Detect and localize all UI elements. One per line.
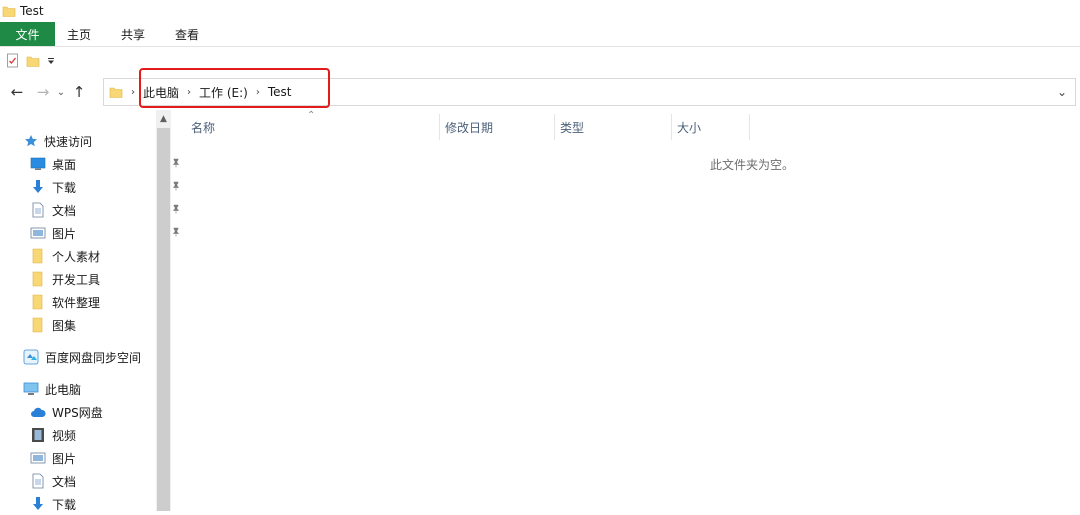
sidebar-item-label: 百度网盘同步空间 (45, 350, 142, 365)
sidebar-item-label: 此电脑 (45, 382, 82, 397)
breadcrumb-this-pc[interactable]: 此电脑 (143, 84, 179, 101)
video-icon (32, 428, 44, 442)
properties-icon[interactable] (6, 53, 20, 68)
folder-icon (32, 317, 43, 333)
tab-file[interactable]: 文件 (0, 22, 55, 46)
pictures-icon (30, 452, 46, 464)
tab-share[interactable]: 共享 (109, 22, 157, 46)
sidebar-item-label: 文档 (52, 203, 77, 218)
column-header-type[interactable]: 类型 (555, 114, 672, 140)
star-icon (25, 135, 37, 147)
cloud-sync-icon (23, 349, 39, 365)
chevron-right-icon[interactable]: › (187, 87, 191, 98)
sidebar-item-label: WPS网盘 (52, 405, 103, 420)
wps-cloud-icon (31, 407, 46, 417)
recent-locations-chevron-icon[interactable]: ⌄ (54, 78, 68, 106)
sidebar-item-label: 图片 (52, 226, 77, 241)
computer-icon (23, 382, 39, 395)
breadcrumb-test[interactable]: Test (268, 85, 292, 99)
sidebar-item-label: 软件整理 (52, 295, 101, 310)
breadcrumb-drive-e[interactable]: 工作 (E:) (199, 84, 248, 101)
sidebar-item-label: 桌面 (52, 157, 77, 172)
ribbon-tabs: 文件 主页 共享 查看 (0, 22, 1080, 46)
scroll-up-arrow-icon[interactable]: ▲ (156, 110, 171, 127)
navigation-pane: 快速访问 桌面 下载 文档 图片 个人素材 开发工具 软件整理 图集 百度网盘同… (0, 110, 180, 512)
tab-home[interactable]: 主页 (55, 22, 103, 46)
pin-icon[interactable] (171, 227, 181, 237)
new-folder-icon[interactable] (26, 54, 40, 68)
folder-icon (2, 6, 16, 17)
quick-access-toolbar (0, 46, 1080, 74)
address-row: ← → ⌄ ↑ › 此电脑 › 工作 (E:) › Test ⌄ (0, 74, 1080, 110)
pin-icon[interactable] (171, 204, 181, 214)
empty-folder-message: 此文件夹为空。 (710, 158, 795, 172)
sidebar-item-label: 图集 (52, 318, 77, 333)
customize-toolbar-icon[interactable] (46, 56, 56, 66)
column-header-date-modified[interactable]: 修改日期 (440, 114, 555, 140)
title-bar: Test (0, 0, 1080, 22)
sidebar-item-label: 快速访问 (44, 134, 93, 149)
tab-view[interactable]: 查看 (163, 22, 211, 46)
chevron-down-icon[interactable]: ⌄ (1057, 85, 1067, 99)
document-icon (32, 473, 44, 489)
chevron-right-icon[interactable]: › (256, 87, 260, 98)
sidebar-item-quick-access[interactable]: 快速访问 (24, 130, 144, 152)
folder-icon (109, 87, 123, 98)
pin-icon[interactable] (171, 158, 181, 168)
folder-icon (32, 248, 43, 264)
column-header-row: ⌃ 名称 修改日期 类型 大小 (171, 110, 1080, 140)
address-bar[interactable]: › 此电脑 › 工作 (E:) › Test ⌄ (103, 78, 1076, 106)
desktop-icon (30, 157, 46, 170)
sidebar-item-label: 下载 (52, 497, 77, 512)
chevron-right-icon[interactable]: › (131, 87, 135, 98)
folder-icon (32, 271, 43, 287)
column-header-size[interactable]: 大小 (672, 114, 750, 140)
download-icon (33, 497, 43, 510)
scrollbar-thumb[interactable] (157, 128, 170, 511)
sidebar-item-label: 图片 (52, 451, 77, 466)
folder-icon (32, 294, 43, 310)
up-arrow-icon[interactable]: ↑ (68, 78, 90, 106)
sidebar-item-label: 下载 (52, 180, 77, 195)
pin-icon[interactable] (171, 181, 181, 191)
download-icon (33, 180, 43, 193)
document-icon (32, 202, 44, 218)
sidebar-item-label: 个人素材 (52, 249, 101, 264)
sidebar-item-label: 文档 (52, 474, 77, 489)
window-title: Test (20, 4, 44, 18)
sidebar-item-label: 开发工具 (52, 272, 101, 287)
pictures-icon (30, 227, 46, 239)
back-arrow-icon[interactable]: ← (6, 78, 28, 106)
forward-arrow-icon[interactable]: → (32, 78, 54, 106)
column-header-name[interactable]: 名称 (186, 114, 440, 140)
sidebar-item-label: 视频 (52, 428, 77, 443)
sidebar-scrollbar[interactable]: ▲ (156, 110, 171, 511)
